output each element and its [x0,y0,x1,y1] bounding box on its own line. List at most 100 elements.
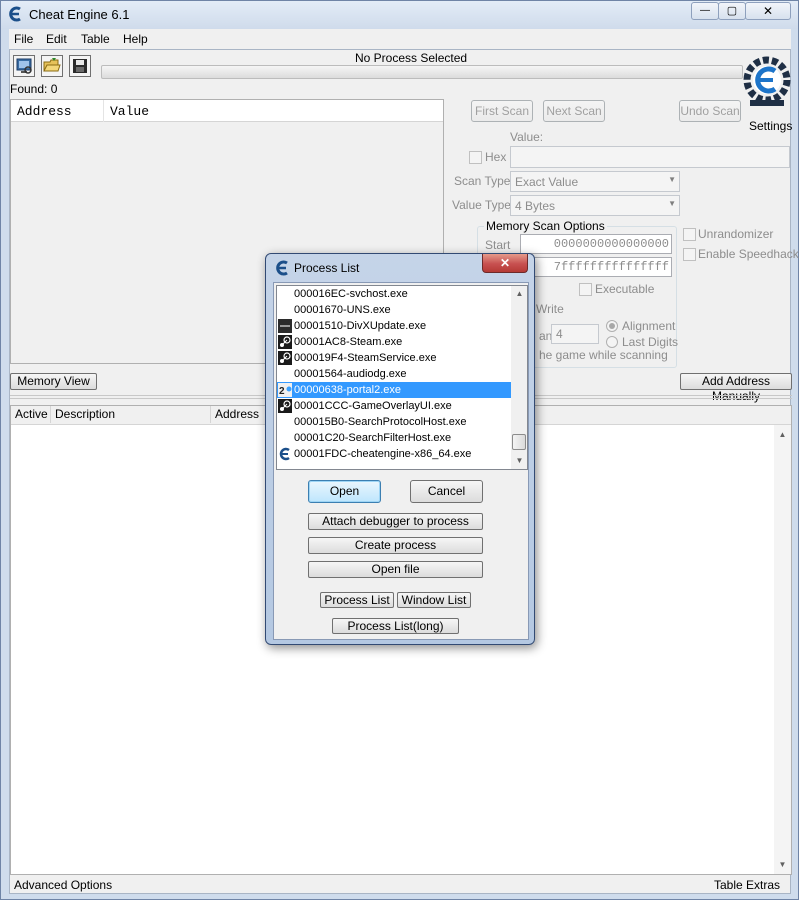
process-row[interactable]: 00001FDC-cheatengine-x86_64.exe [277,446,513,462]
dialog-title: Process List [294,261,360,275]
process-list-dialog: Process List ✕ 000016EC-svchost.exe 00001… [265,253,535,645]
value-type-value: 4 Bytes [515,199,556,213]
open-file-button[interactable] [41,55,63,77]
scroll-down-icon[interactable]: ▼ [775,857,790,872]
window-title: Cheat Engine 6.1 [29,7,130,22]
maximize-icon: ▢ [726,5,738,17]
attach-debugger-button[interactable]: Attach debugger to process [308,513,483,530]
process-row[interactable]: 000016EC-svchost.exe [277,286,513,302]
menu-edit[interactable]: Edit [46,32,67,46]
value-type-select[interactable]: 4 Bytes ▼ [510,195,680,216]
process-row[interactable]: 000019F4-SteamService.exe [277,350,513,366]
memory-scan-options-title: Memory Scan Options [484,219,607,233]
close-button[interactable]: ✕ [745,2,791,20]
scroll-up-icon[interactable]: ▲ [512,286,527,301]
process-row[interactable]: 00001564-audiodg.exe [277,366,513,382]
process-name: 000019F4-SteamService.exe [294,352,437,364]
open-file-button[interactable]: Open file [308,561,483,578]
window-list-button[interactable]: Window List [397,592,471,608]
unrandomizer-label: Unrandomizer [698,227,774,241]
undo-scan-button[interactable]: Undo Scan [679,100,741,122]
start-address-input[interactable]: 0000000000000000 [520,234,672,254]
settings-logo[interactable] [742,52,792,116]
executable-label: Executable [595,282,655,296]
open-folder-icon [43,58,61,72]
cheat-engine-logo-icon [743,56,791,106]
value-input[interactable] [510,146,790,168]
process-list-button[interactable]: Process List [320,592,394,608]
scan-type-value: Exact Value [515,175,579,189]
add-address-manually-button[interactable]: Add Address Manually [680,373,792,403]
process-name: 00001510-DivXUpdate.exe [294,320,427,332]
col-active[interactable]: Active [11,406,51,423]
steam-icon [278,399,292,413]
scroll-down-icon[interactable]: ▼ [512,453,527,468]
process-row[interactable]: 00001AC8-Steam.exe [277,334,513,350]
hex-checkbox[interactable] [469,151,482,164]
scan-type-label: Scan Type [454,174,511,188]
scan-type-select[interactable]: Exact Value ▼ [510,171,680,192]
divx-icon [278,319,292,333]
advanced-options[interactable]: Advanced Options [14,878,112,892]
process-row[interactable]: 00001CCC-GameOverlayUI.exe [277,398,513,414]
memory-view-button[interactable]: Memory View [10,373,97,390]
open-process-icon [16,58,32,74]
menu-table[interactable]: Table [81,32,110,46]
dialog-client: 000016EC-svchost.exe 00001670-UNS.exe 0000… [273,282,529,640]
process-list-scrollbar[interactable]: ▲ ▼ [511,286,527,469]
save-icon [73,59,87,73]
menu-bar: File Edit Table Help [9,29,791,49]
chevron-down-icon: ▼ [668,199,676,208]
alignment-radio[interactable] [606,320,618,332]
cancel-button[interactable]: Cancel [410,480,483,503]
start-address-value: 0000000000000000 [553,237,669,251]
scroll-up-icon[interactable]: ▲ [775,427,790,442]
menu-file[interactable]: File [14,32,33,46]
process-name: 000015B0-SearchProtocolHost.exe [294,416,467,428]
scroll-thumb[interactable] [512,434,526,450]
create-process-button[interactable]: Create process [308,537,483,554]
settings-label[interactable]: Settings [749,119,792,133]
title-bar[interactable]: Cheat Engine 6.1 — ▢ ✕ [1,1,798,29]
process-row[interactable]: 00001670-UNS.exe [277,302,513,318]
dialog-close-button[interactable]: ✕ [482,254,528,273]
speedhack-label: Enable Speedhack [698,247,799,261]
fastscan-input[interactable]: 4 [551,324,599,344]
col-description[interactable]: Description [51,406,211,423]
pause-while-scanning-label: he game while scanning [539,348,668,362]
stop-address-value: 7fffffffffffffff [553,260,669,274]
maximize-button[interactable]: ▢ [718,2,746,20]
col-value[interactable]: Value [110,104,149,119]
process-row[interactable]: 00001C20-SearchFilterHost.exe [277,430,513,446]
steam-icon [278,351,292,365]
open-button[interactable]: Open [308,480,381,503]
process-listbox[interactable]: 000016EC-svchost.exe 00001670-UNS.exe 0000… [276,285,528,470]
process-row[interactable]: 2 00000638-portal2.exe [277,382,513,398]
minimize-button[interactable]: — [691,2,719,20]
close-icon: ✕ [762,4,774,18]
table-extras[interactable]: Table Extras [714,878,780,892]
found-count: Found: 0 [10,82,58,96]
speedhack-checkbox[interactable] [683,248,696,261]
unrandomizer-checkbox[interactable] [683,228,696,241]
process-row[interactable]: 00001510-DivXUpdate.exe [277,318,513,334]
next-scan-button[interactable]: Next Scan [543,100,605,122]
process-list-long-button[interactable]: Process List(long) [332,618,459,634]
last-digits-radio[interactable] [606,336,618,348]
vertical-scrollbar[interactable]: ▲ ▼ [774,425,791,874]
process-name: 00001C20-SearchFilterHost.exe [294,432,452,444]
process-name: 00001564-audiodg.exe [294,368,407,380]
last-digits-label: Last Digits [622,335,679,349]
col-address[interactable]: Address [17,104,72,119]
stop-address-input[interactable]: 7fffffffffffffff [520,257,672,277]
process-row[interactable]: 000015B0-SearchProtocolHost.exe [277,414,513,430]
open-process-button[interactable] [13,55,35,77]
executable-checkbox[interactable] [579,283,592,296]
first-scan-button[interactable]: First Scan [471,100,533,122]
value-label: Value: [510,130,544,144]
menu-help[interactable]: Help [123,32,148,46]
process-name: 00001AC8-Steam.exe [294,336,403,348]
close-icon: ✕ [499,256,511,270]
save-button[interactable] [69,55,91,77]
process-name: 00001670-UNS.exe [294,304,391,316]
